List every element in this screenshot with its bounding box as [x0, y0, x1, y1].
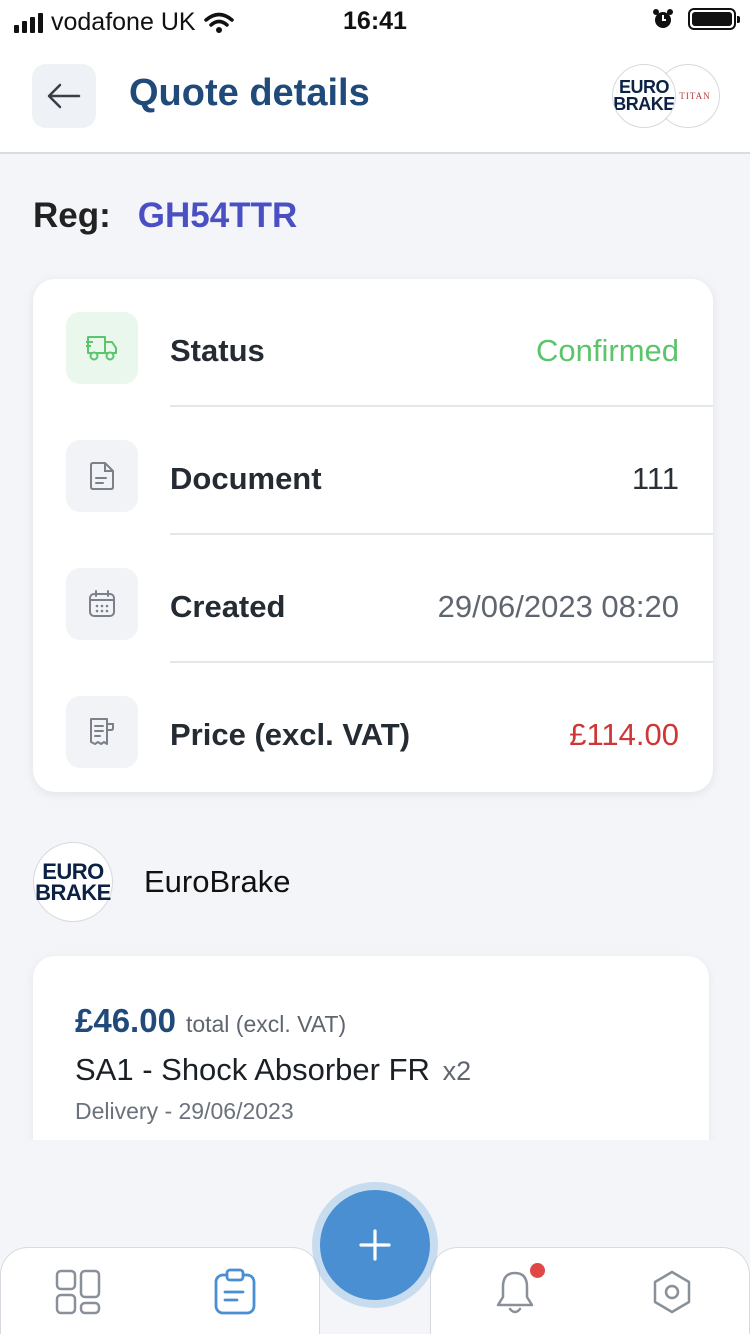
back-button[interactable] — [32, 64, 96, 128]
quotes-icon[interactable] — [210, 1267, 260, 1317]
line-item-description: SA1 - Shock Absorber FR — [75, 1052, 430, 1087]
status-label: Status — [170, 333, 265, 368]
detail-row-price: Price (excl. VAT) £114.00 — [33, 663, 713, 791]
reg-label: Reg: — [33, 196, 111, 235]
notification-badge — [530, 1263, 545, 1278]
company-logos: TITAN EURO BRAKE — [612, 64, 720, 128]
detail-row-document: Document 111 — [33, 407, 713, 535]
calendar-icon — [66, 568, 138, 640]
line-price-suffix: total (excl. VAT) — [185, 1011, 347, 1037]
logo-text-line2: BRAKE — [613, 94, 675, 114]
clock: 16:41 — [343, 7, 407, 35]
settings-icon[interactable] — [647, 1267, 697, 1317]
eurobrake-logo: EURO BRAKE — [612, 64, 676, 128]
receipt-icon — [66, 696, 138, 768]
registration: Reg: GH54TTR — [33, 196, 297, 236]
line-item-delivery: Delivery - 29/06/2023 — [75, 1098, 294, 1124]
titan-logo-text: TITAN — [679, 91, 711, 101]
line-item-card[interactable]: £46.00 total (excl. VAT) SA1 - Shock Abs… — [33, 956, 709, 1156]
document-icon — [66, 440, 138, 512]
price-label: Price (excl. VAT) — [170, 717, 411, 752]
document-value: 111 — [631, 461, 679, 496]
line-item-description-row: SA1 - Shock Absorber FR x2 — [75, 1052, 471, 1088]
alarm-icon — [653, 9, 673, 28]
created-value: 29/06/2023 08:20 — [437, 589, 679, 624]
supplier-name: EuroBrake — [144, 864, 291, 899]
line-item-quantity: x2 — [442, 1056, 472, 1086]
reg-value: GH54TTR — [137, 196, 298, 235]
app-header: Quote details TITAN EURO BRAKE — [0, 44, 750, 154]
arrow-left-icon — [47, 83, 81, 109]
page-title: Quote details — [129, 72, 370, 114]
supplier-logo-line2: BRAKE — [35, 880, 111, 905]
status-right — [652, 8, 740, 30]
add-button[interactable] — [320, 1190, 430, 1300]
created-label: Created — [170, 589, 286, 624]
battery-icon — [688, 8, 740, 30]
supplier-logo-line1: EURO — [42, 859, 104, 884]
supplier-logo: EURO BRAKE — [33, 842, 113, 922]
status-bar: vodafone UK 16:41 — [0, 0, 750, 44]
tab-bar-right — [430, 1247, 750, 1334]
price-value: £114.00 — [569, 717, 679, 752]
quote-details-card: Status Confirmed Document 111 Created 29… — [33, 279, 713, 792]
dashboard-icon[interactable] — [53, 1267, 103, 1317]
line-price: £46.00 — [75, 1002, 176, 1039]
document-label: Document — [170, 461, 322, 496]
tab-bar-left — [0, 1247, 320, 1334]
detail-row-created: Created 29/06/2023 08:20 — [33, 535, 713, 663]
plus-icon — [359, 1229, 391, 1261]
status-value: Confirmed — [536, 333, 679, 368]
truck-icon — [66, 312, 138, 384]
line-price-row: £46.00 total (excl. VAT) — [75, 1002, 346, 1040]
detail-row-status: Status Confirmed — [33, 279, 713, 407]
supplier-row[interactable]: EURO BRAKE EuroBrake — [33, 842, 290, 922]
